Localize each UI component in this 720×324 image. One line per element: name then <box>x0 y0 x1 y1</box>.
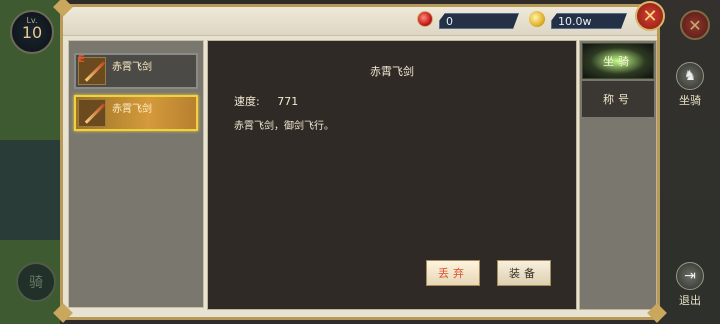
category-tabs: 坐骑 称号 <box>579 40 657 310</box>
speed-label: 速度: <box>234 95 260 108</box>
list-item-selected[interactable]: 赤霄飞剑 <box>74 95 198 131</box>
tab-mount[interactable]: 坐骑 <box>582 43 654 79</box>
coin-icon <box>529 11 545 27</box>
list-item[interactable]: E 赤霄飞剑 <box>74 53 198 89</box>
level-badge: Lv. 10 <box>10 10 54 54</box>
item-detail: 赤霄飞剑 速度: 771 赤霄飞剑，御剑飞行。 丢弃 装备 <box>207 40 577 310</box>
panel-topbar: 0 10.0w <box>63 7 657 36</box>
level-value: 10 <box>21 23 43 42</box>
ride-label: 骑 <box>29 275 43 291</box>
ride-button[interactable]: 骑 <box>16 262 56 302</box>
coin-counter: 10.0w <box>551 13 627 29</box>
ruby-icon <box>417 11 433 27</box>
drop-button[interactable]: 丢弃 <box>426 260 480 286</box>
close-x-icon[interactable]: ✕ <box>635 1 665 31</box>
item-name: 赤霄飞剑 <box>112 62 152 73</box>
item-description: 赤霄飞剑，御剑飞行。 <box>234 121 334 132</box>
map-water <box>0 140 60 240</box>
exit-label: 退出 <box>679 294 701 307</box>
speed-stat: 速度: 771 <box>234 93 298 109</box>
exit-button[interactable]: ⇥ 退出 <box>666 262 714 308</box>
side-close-icon[interactable]: ✕ <box>680 10 710 40</box>
item-title: 赤霄飞剑 <box>370 65 414 78</box>
sword-icon <box>78 99 106 127</box>
tab-title[interactable]: 称号 <box>582 81 654 117</box>
mount-button[interactable]: ♞ 坐骑 <box>666 62 714 108</box>
item-list: E 赤霄飞剑 赤霄飞剑 <box>68 40 204 308</box>
inventory-panel: 0 10.0w ✕ E 赤霄飞剑 赤霄飞剑 赤霄飞剑 速度: 771 赤霄飞剑，… <box>60 1 665 320</box>
gem-counter: 0 <box>439 13 519 29</box>
horse-icon: ♞ <box>676 62 704 90</box>
speed-value: 771 <box>277 95 299 108</box>
exit-icon: ⇥ <box>676 262 704 290</box>
equip-button[interactable]: 装备 <box>497 260 551 286</box>
mount-label: 坐骑 <box>679 94 701 107</box>
item-name: 赤霄飞剑 <box>112 104 152 115</box>
equipped-tag: E <box>78 54 85 65</box>
